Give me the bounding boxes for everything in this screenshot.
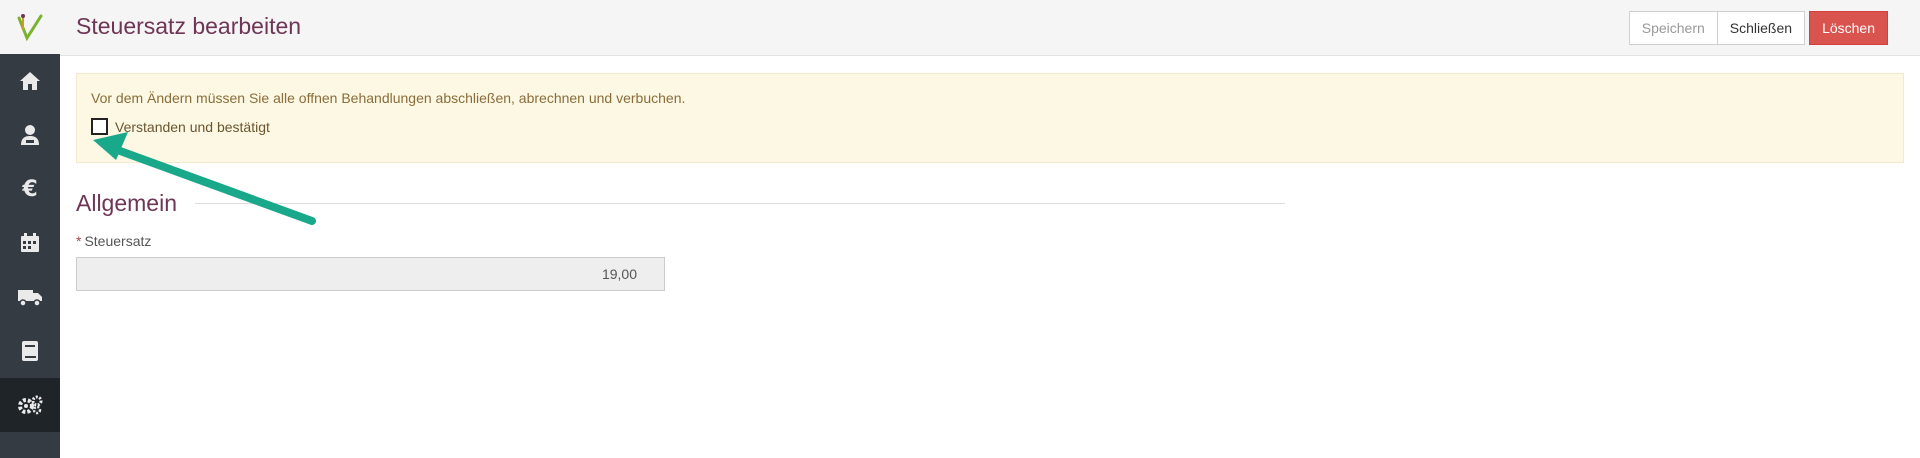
save-button[interactable]: Speichern <box>1628 11 1718 45</box>
truck-icon <box>18 290 42 307</box>
delete-button[interactable]: Löschen <box>1809 11 1888 45</box>
book-icon <box>22 341 38 361</box>
section-divider <box>195 203 1285 204</box>
warning-alert: Vor dem Ändern müssen Sie alle offnen Be… <box>76 73 1904 163</box>
sidebar-item-settings[interactable] <box>0 378 60 432</box>
settings-icon <box>18 395 43 415</box>
annotation-arrow <box>93 132 316 225</box>
close-button[interactable]: Schließen <box>1717 11 1806 45</box>
tax-rate-input[interactable] <box>76 257 665 291</box>
sidebar-item-catalog[interactable] <box>0 324 60 378</box>
header-actions: Speichern Schließen Löschen <box>1628 11 1888 45</box>
sidebar-item-delivery[interactable] <box>0 270 60 324</box>
